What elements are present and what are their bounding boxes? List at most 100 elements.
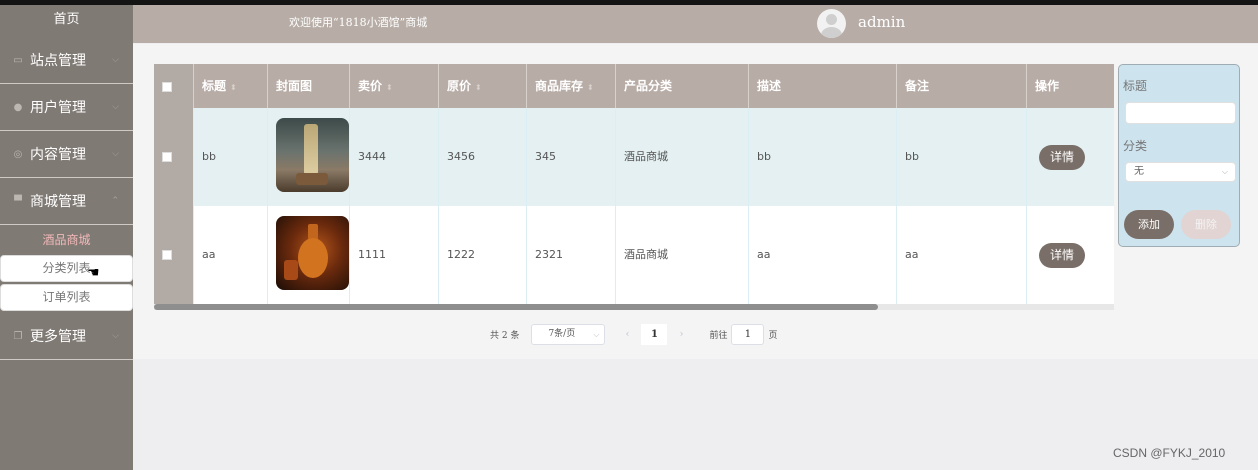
cell-title: aa <box>194 206 268 304</box>
horizontal-scrollbar[interactable] <box>154 304 1114 310</box>
cell-stock: 2321 <box>527 206 616 304</box>
cell-orig-price: 3456 <box>439 108 527 206</box>
cell-sell-price: 3444 <box>350 108 439 206</box>
col-orig-price[interactable]: 原价 ⬍ <box>439 64 527 108</box>
sidebar-subitem-order-list[interactable]: 订单列表 <box>0 284 133 311</box>
cell-stock: 345 <box>527 108 616 206</box>
goto-page-input[interactable]: 1 <box>731 323 765 345</box>
sidebar-item-content[interactable]: ◎ 内容管理 ⌵ <box>0 131 133 178</box>
table-row: aa 1111 1222 2321 酒品商城 aa aa 详情 <box>154 206 1114 304</box>
delete-button[interactable]: 删除 <box>1181 210 1231 239</box>
category-filter-select[interactable]: 无 ⌵ <box>1125 162 1236 182</box>
gear-icon: ◎ <box>13 148 23 160</box>
chevron-down-icon: ⌵ <box>112 102 119 112</box>
sidebar-item-users[interactable]: ● 用户管理 ⌵ <box>0 84 133 131</box>
cell-sell-price: 1111 <box>350 206 439 304</box>
next-page-button[interactable]: › <box>669 323 694 345</box>
add-button[interactable]: 添加 <box>1124 210 1174 239</box>
sidebar-item-more[interactable]: ❐ 更多管理 ⌵ <box>0 313 133 360</box>
cell-remark: aa <box>897 206 1027 304</box>
detail-button[interactable]: 详情 <box>1039 243 1085 268</box>
sidebar-subitem-wine-mall[interactable]: 酒品商城 <box>0 225 133 255</box>
goto-suffix: 页 <box>768 330 778 341</box>
chevron-up-icon: ⌃ <box>111 196 119 206</box>
select-all-checkbox[interactable] <box>162 81 172 92</box>
row-checkbox[interactable] <box>162 250 172 260</box>
sort-icon: ⬍ <box>475 83 482 92</box>
cell-desc: bb <box>749 108 897 206</box>
main-content: 标题 ⬍ 封面图 卖价 ⬍ 原价 ⬍ 商品库存 ⬍ 产品分类 描述 备注 操作 bb 3… <box>133 44 1258 359</box>
row-select-cell <box>154 206 194 304</box>
page-size-value: 7条/页 <box>548 328 576 339</box>
sort-icon: ⬍ <box>230 83 237 92</box>
cell-action: 详情 <box>1027 108 1114 206</box>
user-icon: ● <box>13 101 23 113</box>
sidebar-subitem-category-list[interactable]: 分类列表 ☚ <box>0 255 133 282</box>
welcome-text: 欢迎使用“1818小酒馆”商城 <box>289 16 428 29</box>
chevron-down-icon: ⌵ <box>112 149 119 159</box>
username[interactable]: admin <box>858 13 905 31</box>
sidebar-item-label: 内容管理 <box>30 147 86 163</box>
sidebar-subitem-label: 分类列表 <box>42 261 91 275</box>
cell-category: 酒品商城 <box>616 206 749 304</box>
chevron-down-icon: ⌵ <box>112 55 119 65</box>
sidebar-item-site[interactable]: ▭ 站点管理 ⌵ <box>0 37 133 84</box>
table-row: bb 3444 3456 345 酒品商城 bb bb 详情 <box>154 108 1114 206</box>
copy-icon: ❐ <box>13 330 23 342</box>
sidebar: 首页 ▭ 站点管理 ⌵ ● 用户管理 ⌵ ◎ 内容管理 ⌵ ▀ 商城管理 ⌃ 酒… <box>0 5 133 470</box>
chevron-down-icon: ⌵ <box>593 329 600 339</box>
prev-page-button[interactable]: ‹ <box>615 323 640 345</box>
goto-label: 前往 <box>709 330 728 341</box>
cell-action: 详情 <box>1027 206 1114 304</box>
col-sell-price[interactable]: 卖价 ⬍ <box>350 64 439 108</box>
cell-remark: bb <box>897 108 1027 206</box>
cell-orig-price: 1222 <box>439 206 527 304</box>
scrollbar-thumb[interactable] <box>154 304 878 310</box>
sort-icon: ⬍ <box>587 83 594 92</box>
cell-cover <box>268 206 350 304</box>
sidebar-item-label: 商城管理 <box>30 194 86 210</box>
cell-desc: aa <box>749 206 897 304</box>
cell-category: 酒品商城 <box>616 108 749 206</box>
cell-cover <box>268 108 350 206</box>
col-action: 操作 <box>1035 79 1060 93</box>
table-header: 标题 ⬍ 封面图 卖价 ⬍ 原价 ⬍ 商品库存 ⬍ 产品分类 描述 备注 操作 <box>154 64 1114 108</box>
page-size-select[interactable]: 7条/页 ⌵ <box>531 323 606 345</box>
select-all-cell <box>154 64 194 108</box>
detail-button[interactable]: 详情 <box>1039 145 1085 170</box>
avatar[interactable] <box>817 9 846 38</box>
sidebar-item-mall[interactable]: ▀ 商城管理 ⌃ <box>0 178 133 225</box>
col-category: 产品分类 <box>616 64 749 108</box>
cell-title: bb <box>194 108 268 206</box>
page-number[interactable]: 1 <box>641 323 668 345</box>
row-select-cell <box>154 108 194 206</box>
watermark: CSDN @FYKJ_2010 <box>1113 446 1226 460</box>
category-select-value: 无 <box>1134 166 1144 177</box>
title-filter-label: 标题 <box>1123 79 1148 93</box>
sidebar-item-label: 更多管理 <box>30 329 86 345</box>
chevron-down-icon: ⌵ <box>1221 167 1228 176</box>
sidebar-item-home[interactable]: 首页 <box>0 5 133 37</box>
product-table: 标题 ⬍ 封面图 卖价 ⬍ 原价 ⬍ 商品库存 ⬍ 产品分类 描述 备注 操作 bb 3… <box>154 64 1114 308</box>
hand-cursor-icon: ☚ <box>87 265 100 281</box>
col-stock[interactable]: 商品库存 ⬍ <box>527 64 616 108</box>
row-checkbox[interactable] <box>162 152 172 162</box>
col-remark: 备注 <box>897 64 1027 108</box>
header: 欢迎使用“1818小酒馆”商城 admin <box>133 5 1258 43</box>
col-title[interactable]: 标题 ⬍ <box>194 64 268 108</box>
pagination: 共 2 条 7条/页 ⌵ ‹ 1 › 前往 1 页 <box>490 323 777 345</box>
col-cover: 封面图 <box>268 64 350 108</box>
chevron-down-icon: ⌵ <box>112 331 119 341</box>
store-icon: ▀ <box>14 195 22 207</box>
sidebar-item-label: 站点管理 <box>30 53 86 69</box>
cover-image[interactable] <box>276 118 349 192</box>
search-panel: 标题 分类 无 ⌵ 添加 删除 <box>1118 64 1240 247</box>
sort-icon: ⬍ <box>386 83 393 92</box>
pagination-total: 共 2 条 <box>490 330 520 341</box>
title-filter-input[interactable] <box>1125 102 1236 124</box>
cover-image[interactable] <box>276 216 349 290</box>
sidebar-item-label: 用户管理 <box>30 100 86 116</box>
category-filter-label: 分类 <box>1123 139 1148 153</box>
col-desc: 描述 <box>749 64 897 108</box>
monitor-icon: ▭ <box>13 54 23 66</box>
